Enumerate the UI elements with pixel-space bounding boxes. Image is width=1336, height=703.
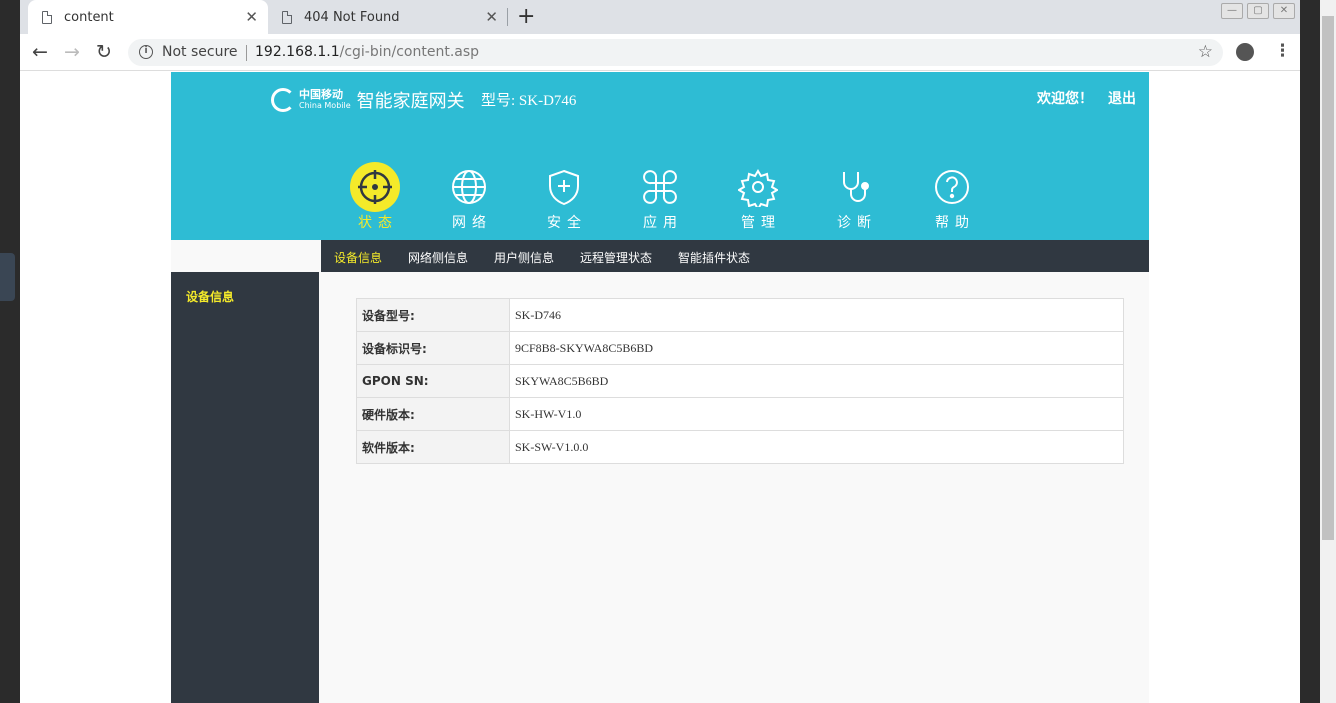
tab-close-icon[interactable]: ✕ xyxy=(245,8,258,26)
nav-network[interactable]: 网络 xyxy=(439,162,499,232)
subtab-plugin-status[interactable]: 智能插件状态 xyxy=(678,249,750,266)
row-key: 设备型号: xyxy=(356,298,510,332)
row-key: GPON SN: xyxy=(356,364,510,398)
nav-label: 诊断 xyxy=(837,215,877,231)
device-info-table: 设备型号: SK-D746 设备标识号: 9CF8B8-SKYWA8C5B6BD G… xyxy=(356,298,1124,464)
product-name: 智能家庭网关 xyxy=(356,91,465,112)
subtab-device-info[interactable]: 设备信息 xyxy=(334,249,382,266)
tab-close-icon[interactable]: ✕ xyxy=(485,8,498,26)
side-panel-handle[interactable] xyxy=(0,253,15,301)
model-label: 型号: SK-D746 xyxy=(481,93,577,109)
stethoscope-icon xyxy=(829,162,879,212)
crosshair-icon xyxy=(350,162,400,212)
sub-nav-bar: 设备信息 网络侧信息 用户侧信息 远程管理状态 智能插件状态 xyxy=(321,240,1149,272)
row-key: 硬件版本: xyxy=(356,397,510,431)
command-icon xyxy=(635,162,685,212)
browser-menu-icon[interactable]: ⋮ xyxy=(1274,41,1291,61)
table-row: 设备型号: SK-D746 xyxy=(356,298,1124,332)
scrollbar-thumb[interactable] xyxy=(1322,16,1334,540)
document-icon xyxy=(282,10,292,24)
tab-divider xyxy=(507,8,508,26)
nav-label: 帮助 xyxy=(935,215,975,231)
url-host: 192.168.1.1 xyxy=(255,44,340,60)
nav-label: 管理 xyxy=(741,215,781,231)
browser-toolbar: ← → ↻ i Not secure 192.168.1.1/cgi-bin/c… xyxy=(20,34,1300,71)
brand-en: China Mobile xyxy=(299,101,351,110)
back-button[interactable]: ← xyxy=(32,41,48,63)
subtab-network-info[interactable]: 网络侧信息 xyxy=(408,249,468,266)
nav-help[interactable]: 帮助 xyxy=(922,162,982,232)
table-row: 软件版本: SK-SW-V1.0.0 xyxy=(356,430,1124,464)
maximize-button[interactable]: ▢ xyxy=(1247,3,1269,19)
tab-strip: content ✕ 404 Not Found ✕ + — ▢ ✕ xyxy=(20,0,1300,34)
subtab-remote-status[interactable]: 远程管理状态 xyxy=(580,249,652,266)
tab-title: content xyxy=(64,9,114,25)
left-sidebar: 设备信息 xyxy=(171,272,319,703)
help-icon xyxy=(927,162,977,212)
tab-title: 404 Not Found xyxy=(304,9,400,25)
row-key: 设备标识号: xyxy=(356,331,510,365)
row-value: 9CF8B8-SKYWA8C5B6BD xyxy=(509,331,1124,365)
window-close-button[interactable]: ✕ xyxy=(1273,3,1295,19)
new-tab-button[interactable]: + xyxy=(517,4,535,29)
nav-diagnose[interactable]: 诊断 xyxy=(824,162,884,232)
nav-label: 网络 xyxy=(452,215,492,231)
nav-label: 应用 xyxy=(643,215,683,231)
url-divider xyxy=(246,45,247,61)
bookmark-star-icon[interactable]: ☆ xyxy=(1198,42,1213,62)
logo-mark-icon xyxy=(271,88,295,112)
row-value: SK-HW-V1.0 xyxy=(509,397,1124,431)
shield-plus-icon xyxy=(539,162,589,212)
url-path: /cgi-bin/content.asp xyxy=(339,44,480,60)
subtab-user-info[interactable]: 用户侧信息 xyxy=(494,249,554,266)
table-row: 设备标识号: 9CF8B8-SKYWA8C5B6BD xyxy=(356,331,1124,365)
tab-404[interactable]: 404 Not Found ✕ xyxy=(268,0,508,34)
url-text[interactable]: 192.168.1.1/cgi-bin/content.asp xyxy=(255,44,479,60)
nav-security[interactable]: 安全 xyxy=(534,162,594,232)
row-value: SKYWA8C5B6BD xyxy=(509,364,1124,398)
document-icon xyxy=(42,10,52,24)
security-label: Not secure xyxy=(162,44,238,60)
row-key: 软件版本: xyxy=(356,430,510,464)
table-row: 硬件版本: SK-HW-V1.0 xyxy=(356,397,1124,431)
china-mobile-logo: 中国移动 China Mobile 智能家庭网关 xyxy=(271,87,465,113)
forward-button[interactable]: → xyxy=(64,41,80,63)
sidebar-item-device-info[interactable]: 设备信息 xyxy=(186,288,234,305)
address-bar[interactable]: i Not secure 192.168.1.1/cgi-bin/content… xyxy=(128,39,1223,66)
vertical-scrollbar[interactable] xyxy=(1320,0,1336,703)
nav-manage[interactable]: 管理 xyxy=(728,162,788,232)
minimize-button[interactable]: — xyxy=(1221,3,1243,19)
gear-icon xyxy=(733,162,783,212)
table-row: GPON SN: SKYWA8C5B6BD xyxy=(356,364,1124,398)
reload-button[interactable]: ↻ xyxy=(96,41,112,63)
logout-link[interactable]: 退出 xyxy=(1108,88,1136,108)
nav-apps[interactable]: 应用 xyxy=(630,162,690,232)
info-icon[interactable]: i xyxy=(139,45,153,59)
profile-avatar-icon[interactable] xyxy=(1236,43,1254,61)
nav-status[interactable]: 状态 xyxy=(345,162,405,232)
globe-icon xyxy=(444,162,494,212)
row-value: SK-D746 xyxy=(509,298,1124,332)
router-page: 中国移动 China Mobile 智能家庭网关 型号: SK-D746 欢迎您！… xyxy=(171,72,1149,703)
nav-label: 状态 xyxy=(358,215,398,231)
router-header: 中国移动 China Mobile 智能家庭网关 型号: SK-D746 欢迎您！… xyxy=(171,72,1149,240)
row-value: SK-SW-V1.0.0 xyxy=(509,430,1124,464)
tab-content[interactable]: content ✕ xyxy=(28,0,268,34)
nav-label: 安全 xyxy=(547,215,587,231)
welcome-text: 欢迎您！ xyxy=(1037,91,1093,107)
